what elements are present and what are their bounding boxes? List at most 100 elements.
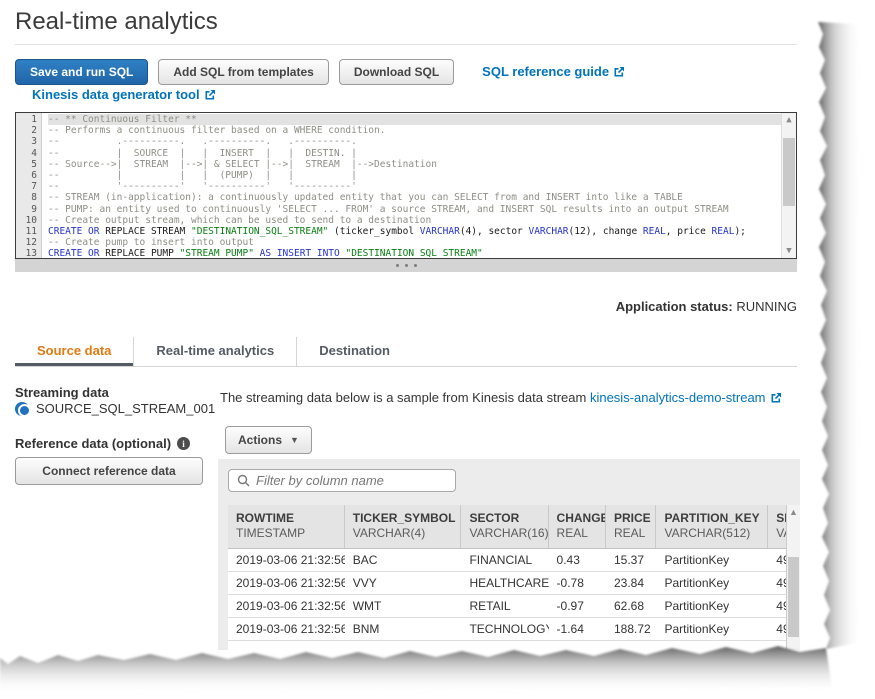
column-header-partition_key[interactable]: PARTITION_KEYVARCHAR(512) [656,505,768,548]
line-number: 2 [16,125,37,136]
download-sql-button[interactable]: Download SQL [339,59,454,85]
table-cell: BNM [345,618,462,640]
column-header-rowtime[interactable]: ROWTIMETIMESTAMP [228,505,345,548]
table-cell: WMT [345,595,462,617]
column-header-sector[interactable]: SECTORVARCHAR(16) [461,505,548,548]
search-icon [237,474,250,487]
sql-code-line[interactable]: -- ** Continuous Filter ** [48,114,781,125]
table-cell: PartitionKey [656,595,768,617]
page-title: Real-time analytics [15,8,218,36]
stream-radio-option[interactable]: SOURCE_SQL_STREAM_001 [15,401,215,416]
sample-data-table: ROWTIMETIMESTAMPTICKER_SYMBOLVARCHAR(4)S… [228,505,800,650]
reference-data-label: Reference data (optional) i [15,436,190,451]
tab-destination[interactable]: Destination [297,337,412,366]
results-panel: ROWTIMETIMESTAMPTICKER_SYMBOLVARCHAR(4)S… [218,459,800,650]
toolbar: Save and run SQL Add SQL from templates … [15,59,625,85]
kinesis-data-generator-link[interactable]: Kinesis data generator tool [32,87,216,102]
table-cell: 2019-03-06 21:32:56.882 [228,572,345,594]
line-number: 10 [16,215,37,226]
filter-input[interactable] [256,473,447,488]
table-cell: TECHNOLOGY [461,618,548,640]
sql-code-line[interactable]: CREATE OR REPLACE PUMP "STREAM_PUMP" AS … [48,248,781,258]
line-number: 11 [16,226,37,237]
sql-code-line[interactable]: -- Create output stream, which can be us… [48,215,781,226]
table-cell: PartitionKey [656,618,768,640]
connect-reference-data-button[interactable]: Connect reference data [15,457,203,485]
table-cell: -1.64 [549,618,606,640]
chevron-down-icon: ▼ [290,435,299,445]
line-number: 12 [16,237,37,248]
table-scrollbar[interactable]: ▲ [786,505,800,650]
line-number: 3 [16,136,37,147]
sql-code-line[interactable]: -- STREAM (in-application): a continuous… [48,192,781,203]
sql-code-line[interactable]: -- | SOURCE | | INSERT | | DESTIN. | [48,148,781,159]
stream-option-label: SOURCE_SQL_STREAM_001 [36,401,215,416]
scrollbar-thumb[interactable] [788,557,799,637]
table-cell: VVY [345,572,462,594]
column-header-change[interactable]: CHANGEREAL [549,505,606,548]
table-cell: 15.37 [606,549,657,571]
reference-data-text: Reference data (optional) [15,436,171,451]
radio-selected-icon[interactable] [15,402,29,416]
sql-editor[interactable]: 12345678910111213 -- ** Continuous Filte… [15,112,797,259]
title-divider [15,44,797,45]
table-cell: 2019-03-06 21:32:56.882 [228,618,345,640]
streaming-data-label: Streaming data [15,385,109,400]
editor-resize-handle[interactable] [15,259,797,272]
sql-code-line[interactable]: -- Create pump to insert into output [48,237,781,248]
sql-code-line[interactable]: -- .----------. .----------. .----------… [48,136,781,147]
column-header-price[interactable]: PRICEREAL [606,505,657,548]
table-cell: 2019-03-06 21:32:56.882 [228,549,345,571]
add-sql-from-templates-button[interactable]: Add SQL from templates [158,59,328,85]
sql-reference-guide-link[interactable]: SQL reference guide [482,64,625,79]
filter-field[interactable] [228,469,456,492]
table-cell: PartitionKey [656,549,768,571]
actions-label: Actions [238,433,282,447]
table-row[interactable]: 2019-03-06 21:32:56.882BNMTECHNOLOGY-1.6… [228,618,800,641]
scroll-down-arrow-icon[interactable]: ▼ [782,244,796,258]
sql-code-line[interactable]: -- '----------' '----------' '----------… [48,181,781,192]
table-cell: 23.84 [606,572,657,594]
line-number: 13 [16,248,37,259]
scroll-up-arrow-icon[interactable]: ▲ [787,505,800,519]
kinesis-stream-link[interactable]: kinesis-analytics-demo-stream [590,390,766,405]
external-link-icon [613,66,625,78]
sample-stream-text: The streaming data below is a sample fro… [220,390,782,405]
tab-source-data[interactable]: Source data [15,337,134,366]
actions-dropdown-button[interactable]: Actions ▼ [225,426,312,454]
line-number: 7 [16,181,37,192]
column-header-ticker_symbol[interactable]: TICKER_SYMBOLVARCHAR(4) [345,505,462,548]
table-row[interactable]: 2019-03-06 21:32:56.882WMTRETAIL-0.9762.… [228,595,800,618]
realtime-analytics-page: Real-time analytics Save and run SQL Add… [0,0,875,699]
sql-code-line[interactable]: CREATE OR REPLACE STREAM "DESTINATION_SQ… [48,226,781,237]
table-cell: PartitionKey [656,572,768,594]
table-cell: FINANCIAL [461,549,548,571]
line-number: 5 [16,159,37,170]
save-and-run-sql-button[interactable]: Save and run SQL [15,59,148,85]
table-cell: 2019-03-06 21:32:56.882 [228,595,345,617]
sql-code-line[interactable]: -- PUMP: an entity used to continuously … [48,204,781,215]
tab-real-time-analytics[interactable]: Real-time analytics [134,337,297,366]
scroll-up-arrow-icon[interactable]: ▲ [782,113,796,127]
table-cell: HEALTHCARE [461,572,548,594]
table-cell: BAC [345,549,462,571]
sample-stream-sentence: The streaming data below is a sample fro… [220,390,590,405]
table-cell: RETAIL [461,595,548,617]
table-row[interactable]: 2019-03-06 21:32:56.882BACFINANCIAL0.431… [228,549,800,572]
application-status-label: Application status: [616,299,733,314]
table-row[interactable]: 2019-03-06 21:32:56.882VVYHEALTHCARE-0.7… [228,572,800,595]
sql-editor-scrollbar[interactable]: ▲ ▼ [781,113,796,258]
sql-code-line[interactable]: -- | | | (PUMP) | | | [48,170,781,181]
table-header-row: ROWTIMETIMESTAMPTICKER_SYMBOLVARCHAR(4)S… [228,505,800,549]
scrollbar-thumb[interactable] [783,138,795,206]
table-cell: 62.68 [606,595,657,617]
sql-code-line[interactable]: -- Source-->| STREAM |-->| & SELECT |-->… [48,159,781,170]
sql-code-line[interactable]: -- Performs a continuous filter based on… [48,125,781,136]
line-number: 8 [16,192,37,203]
table-cell: -0.97 [549,595,606,617]
info-icon[interactable]: i [177,437,190,450]
table-cell: 0.43 [549,549,606,571]
sql-editor-code[interactable]: -- ** Continuous Filter **-- Performs a … [43,113,781,258]
application-status: Application status: RUNNING [616,299,797,314]
sql-editor-gutter: 12345678910111213 [16,113,42,258]
